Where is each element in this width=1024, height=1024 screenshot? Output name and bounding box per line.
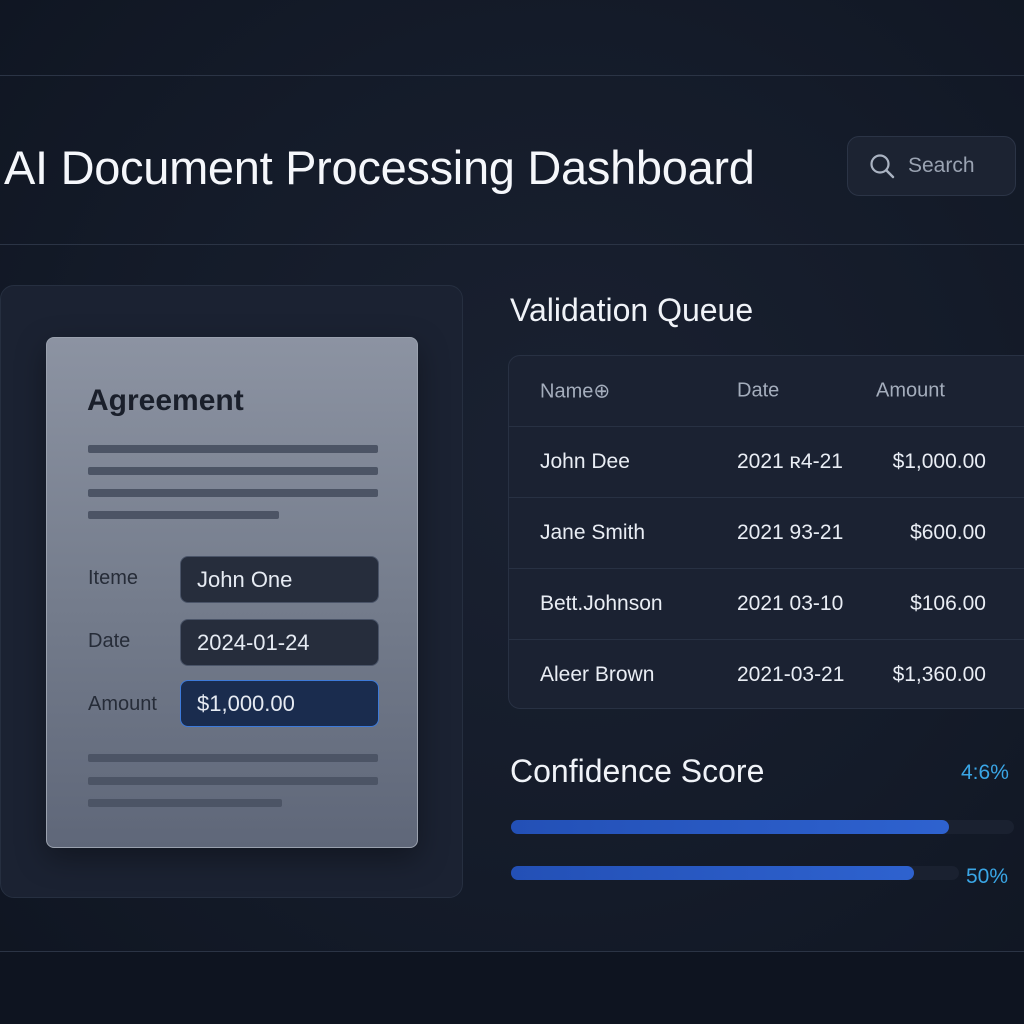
column-header-date[interactable]: Date bbox=[737, 380, 779, 403]
row-date: 2021-03-21 bbox=[737, 663, 845, 686]
date-field[interactable] bbox=[180, 619, 379, 666]
column-header-amount[interactable]: Amount bbox=[876, 380, 945, 403]
row-name: Jane Smith bbox=[540, 521, 646, 544]
document-heading: Agreement bbox=[87, 384, 244, 417]
confidence-value-1: 4:6% bbox=[961, 761, 1009, 784]
validation-queue-title: Validation Queue bbox=[510, 292, 754, 328]
confidence-bar-track bbox=[511, 820, 1014, 834]
item-field[interactable] bbox=[180, 556, 379, 603]
footer-band bbox=[0, 952, 1024, 1024]
text-line bbox=[88, 467, 378, 475]
text-line bbox=[88, 489, 378, 497]
column-header-name[interactable]: Name⊕ bbox=[540, 379, 610, 404]
row-amount: $106.00 bbox=[910, 592, 986, 615]
amount-field[interactable] bbox=[180, 680, 379, 727]
text-line bbox=[88, 445, 378, 453]
confidence-score-title: Confidence Score bbox=[510, 753, 765, 789]
text-line bbox=[88, 511, 279, 519]
confidence-value-2: 50% bbox=[966, 865, 1009, 888]
text-line bbox=[88, 799, 282, 807]
row-amount: $1,360.00 bbox=[892, 663, 986, 686]
table-row[interactable]: John Dee 2021 ʀ4-21 $1,000.00 bbox=[509, 426, 1024, 497]
confidence-bar-track bbox=[511, 866, 959, 880]
table-row[interactable]: Aleer Brown 2021-03-21 $1,360.00 bbox=[509, 639, 1024, 710]
row-date: 2021 93-21 bbox=[737, 521, 844, 544]
row-name: John Dee bbox=[540, 450, 630, 473]
top-divider bbox=[0, 75, 1024, 76]
table-row[interactable]: Bett.Johnson 2021 03-10 $106.00 bbox=[509, 568, 1024, 639]
search-box[interactable] bbox=[847, 136, 1016, 196]
document-sheet: Agreement Iteme Date Amount bbox=[46, 337, 418, 848]
row-date: 2021 03-10 bbox=[737, 592, 844, 615]
page-title: AI Document Processing Dashboard bbox=[4, 141, 755, 194]
row-amount: $1,000.00 bbox=[892, 450, 986, 473]
table-row[interactable]: Jane Smith 2021 93-21 $600.00 bbox=[509, 497, 1024, 568]
search-icon bbox=[870, 154, 895, 179]
row-amount: $600.00 bbox=[910, 521, 986, 544]
search-input[interactable] bbox=[908, 154, 1008, 178]
text-line bbox=[88, 777, 378, 785]
row-name: Bett.Johnson bbox=[540, 592, 663, 615]
row-name: Aleer Brown bbox=[540, 663, 655, 686]
text-line bbox=[88, 754, 378, 762]
header-divider bbox=[0, 244, 1024, 245]
confidence-bar-fill bbox=[511, 866, 915, 880]
dashboard-page: AI Document Processing Dashboard Agreeme… bbox=[0, 0, 1024, 1024]
field-label-item: Iteme bbox=[88, 567, 139, 589]
confidence-bar-fill bbox=[511, 820, 949, 834]
validation-queue-table: Name⊕ Date Amount John Dee 2021 ʀ4-21 $1… bbox=[508, 355, 1024, 709]
table-header: Name⊕ Date Amount bbox=[509, 356, 1024, 426]
field-label-date: Date bbox=[88, 630, 131, 652]
field-label-amount: Amount bbox=[88, 693, 157, 715]
row-date: 2021 ʀ4-21 bbox=[737, 450, 843, 473]
